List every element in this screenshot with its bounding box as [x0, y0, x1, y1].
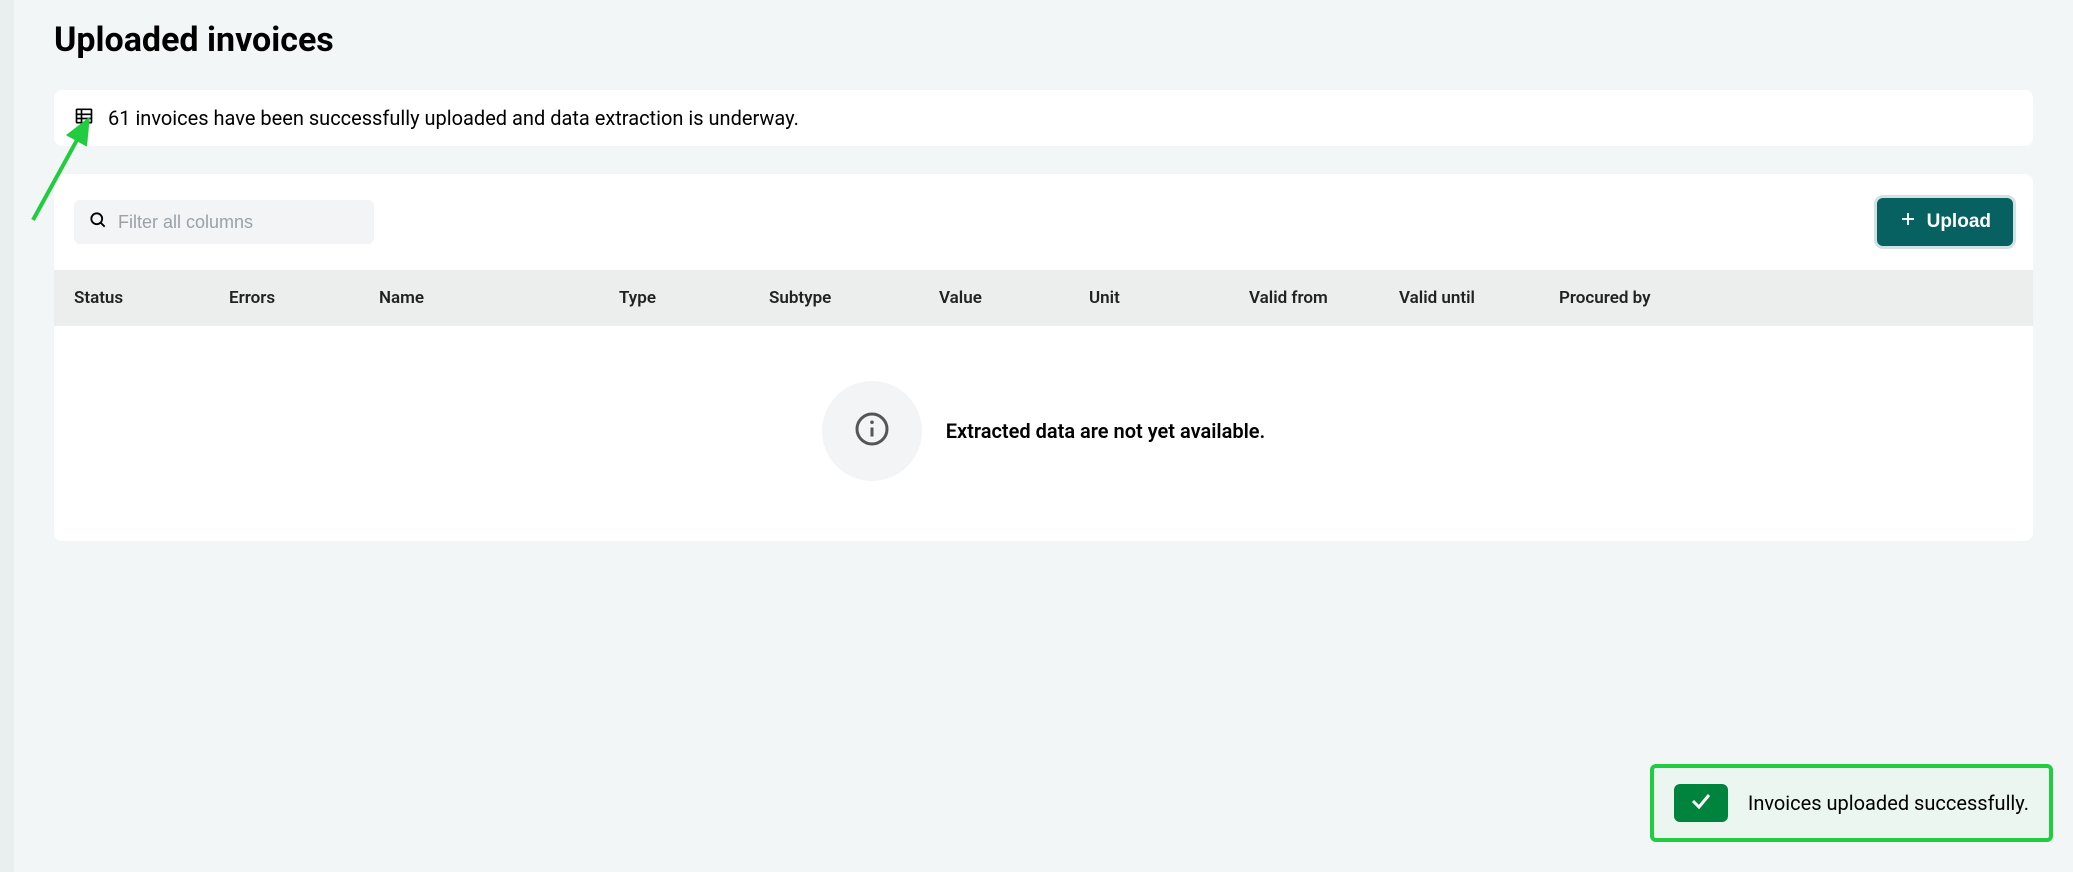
empty-state: Extracted data are not yet available.: [54, 326, 2033, 541]
main-card: Upload Status Errors Name Type Subtype V…: [54, 174, 2033, 541]
column-header-name[interactable]: Name: [379, 288, 619, 308]
column-header-validfrom[interactable]: Valid from: [1249, 288, 1399, 308]
column-header-subtype[interactable]: Subtype: [769, 288, 939, 308]
plus-icon: [1899, 210, 1917, 234]
toast-success: Invoices uploaded successfully.: [1650, 764, 2053, 842]
column-header-validuntil[interactable]: Valid until: [1399, 288, 1559, 308]
empty-state-text: Extracted data are not yet available.: [946, 419, 1265, 443]
upload-button-label: Upload: [1927, 211, 1991, 233]
table-icon: [74, 106, 94, 130]
table-header-row: Status Errors Name Type Subtype Value Un…: [54, 270, 2033, 326]
column-header-procuredby[interactable]: Procured by: [1559, 288, 1759, 308]
toast-check-box: [1674, 784, 1728, 822]
filter-input[interactable]: [118, 212, 360, 233]
toolbar: Upload: [54, 198, 2033, 270]
info-icon: [854, 411, 890, 451]
check-icon: [1689, 789, 1713, 817]
column-header-value[interactable]: Value: [939, 288, 1089, 308]
info-circle: [822, 381, 922, 481]
page-title: Uploaded invoices: [54, 20, 2033, 60]
status-bar: 61 invoices have been successfully uploa…: [54, 90, 2033, 146]
upload-button[interactable]: Upload: [1877, 198, 2013, 246]
toast-message: Invoices uploaded successfully.: [1748, 791, 2029, 815]
column-header-errors[interactable]: Errors: [229, 288, 379, 308]
column-header-type[interactable]: Type: [619, 288, 769, 308]
column-header-unit[interactable]: Unit: [1089, 288, 1249, 308]
column-header-status[interactable]: Status: [74, 288, 229, 308]
status-message: 61 invoices have been successfully uploa…: [108, 106, 799, 130]
search-icon: [88, 210, 108, 234]
filter-input-wrapper[interactable]: [74, 200, 374, 244]
